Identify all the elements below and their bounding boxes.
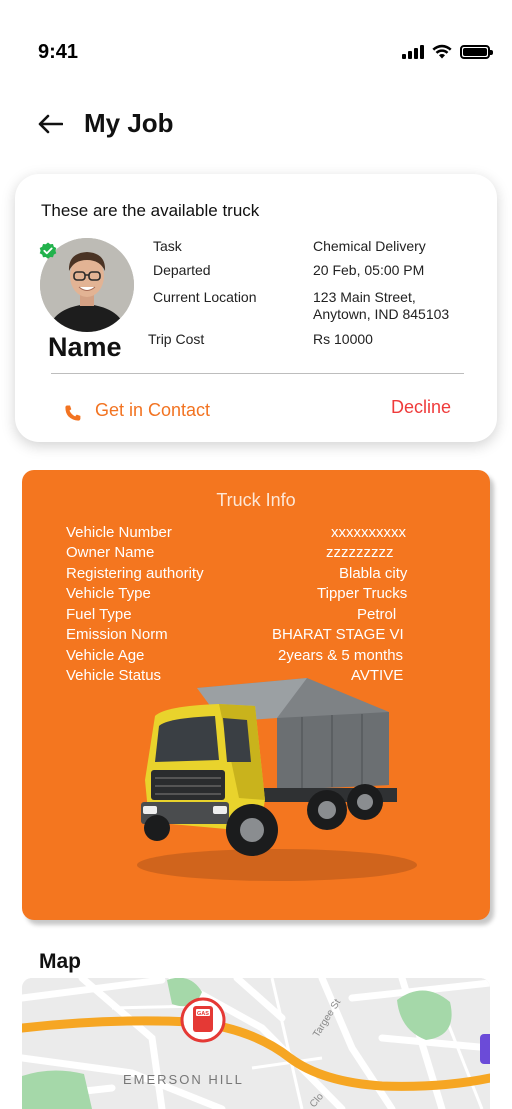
phone-icon	[65, 405, 81, 421]
status-icons	[402, 44, 493, 59]
arrow-left-icon	[38, 114, 63, 133]
status-time: 9:41	[38, 41, 79, 63]
map-marker-icon[interactable]	[480, 1034, 490, 1064]
trip-cost-label: Trip Cost	[148, 331, 205, 347]
spec-value: Blabla city	[339, 565, 408, 582]
task-label: Task	[153, 238, 182, 254]
spec-label: Emission Norm	[66, 626, 168, 643]
job-card-heading: These are the available truck	[41, 201, 260, 220]
driver-avatar-wrap	[39, 238, 134, 332]
job-card: These are the available truck Name Task …	[15, 174, 497, 442]
truck-info-card: Truck Info Vehicle Number xxxxxxxxxx Own…	[22, 470, 490, 920]
gas-station-marker-icon[interactable]: GAS	[180, 997, 226, 1043]
back-button[interactable]	[36, 110, 64, 138]
gas-label: GAS	[197, 1011, 209, 1017]
spec-value: BHARAT STAGE VI	[272, 626, 404, 643]
driver-name: Name	[48, 332, 122, 362]
wifi-icon	[432, 44, 452, 59]
spec-value: Tipper Trucks	[317, 585, 408, 602]
page-title: My Job	[84, 108, 174, 138]
get-in-contact-button[interactable]: Get in Contact	[63, 397, 210, 423]
area-label: EMERSON HILL	[123, 1072, 244, 1087]
verified-badge-icon	[39, 242, 57, 259]
spec-value: Petrol	[357, 606, 397, 623]
spec-label: Registering authority	[66, 565, 204, 582]
cellular-signal-icon	[402, 44, 424, 59]
decline-button[interactable]: Decline	[391, 397, 451, 418]
spec-label: Vehicle Number	[66, 524, 172, 541]
status-bar: 9:41	[0, 0, 512, 100]
spec-label: Vehicle Type	[66, 585, 151, 602]
spec-label: Owner Name	[66, 544, 155, 561]
map-title: Map	[39, 950, 81, 973]
spec-label: Fuel Type	[66, 606, 132, 623]
map-view[interactable]: GAS Targee St Clo EMERSON HILL	[22, 978, 490, 1109]
trip-cost-value: Rs 10000	[313, 331, 373, 347]
truck-info-title: Truck Info	[216, 490, 296, 510]
departed-value: 20 Feb, 05:00 PM	[313, 262, 425, 278]
current-location-value: 123 Main Street, Anytown, IND 845103	[313, 289, 450, 322]
tipper-truck-image	[137, 678, 417, 881]
task-value: Chemical Delivery	[313, 238, 426, 254]
departed-label: Departed	[153, 262, 211, 278]
spec-value: xxxxxxxxxx	[331, 524, 406, 541]
current-location-label: Current Location	[153, 289, 257, 305]
spec-value: zzzzzzzzz	[326, 544, 394, 561]
page-header: My Job	[36, 108, 174, 139]
spec-value: 2years & 5 months	[278, 647, 404, 664]
spec-label: Vehicle Age	[66, 647, 145, 664]
battery-icon	[460, 44, 493, 59]
card-divider	[51, 373, 464, 374]
get-in-contact-label: Get in Contact	[95, 399, 211, 420]
